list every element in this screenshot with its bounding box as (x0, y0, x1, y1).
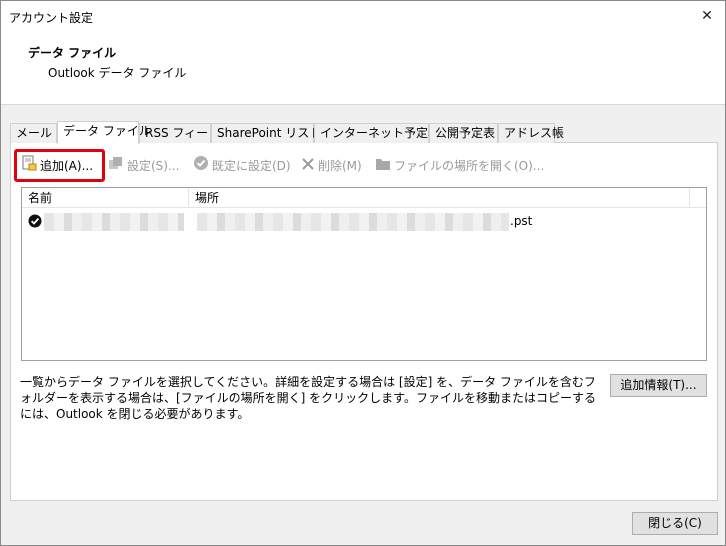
open-location-button-label: ファイルの場所を開く(O)... (394, 159, 545, 173)
data-file-list[interactable]: 名前 場所 .pst (21, 187, 707, 361)
column-header-name[interactable]: 名前 (22, 188, 188, 208)
close-button[interactable]: 閉じる(C) (632, 512, 718, 535)
close-icon[interactable]: ✕ (693, 3, 721, 29)
file-name-redacted (44, 213, 184, 231)
tab-data-files[interactable]: データ ファイル (57, 121, 151, 144)
add-button-highlight (14, 149, 105, 182)
header-subtitle: Outlook データ ファイル (48, 66, 187, 80)
folder-icon (375, 154, 391, 180)
header-title: データ ファイル (28, 46, 117, 60)
column-header-location[interactable]: 場所 (189, 188, 689, 208)
more-info-button[interactable]: 追加情報(T)... (610, 374, 707, 397)
tab-mail[interactable]: メール (10, 123, 57, 143)
tab-internet-calendars[interactable]: インターネット予定表 (314, 123, 440, 143)
default-check-icon (193, 154, 209, 180)
title-bar: アカウント設定 ✕ (1, 1, 725, 31)
list-header: 名前 場所 (22, 188, 706, 208)
settings-button-label: 設定(S)... (127, 159, 180, 173)
tab-address-books[interactable]: アドレス帳 (498, 123, 564, 143)
window-title: アカウント設定 (9, 11, 94, 25)
account-settings-window: アカウント設定 ✕ データ ファイル Outlook データ ファイル メール … (0, 0, 726, 546)
tab-sharepoint-lists[interactable]: SharePoint リスト (211, 123, 321, 143)
file-location-suffix: .pst (510, 214, 533, 228)
set-default-button-label: 既定に設定(D) (212, 159, 291, 173)
dialog-header: データ ファイル Outlook データ ファイル (1, 31, 725, 105)
default-check-icon (28, 214, 42, 231)
list-item[interactable]: .pst (22, 210, 706, 232)
open-location-button[interactable]: ファイルの場所を開く(O)... (375, 153, 544, 179)
settings-icon (108, 154, 124, 180)
set-default-button[interactable]: 既定に設定(D) (193, 153, 291, 179)
remove-button-label: 削除(M) (318, 159, 362, 173)
settings-button[interactable]: 設定(S)... (108, 153, 179, 179)
tab-published-calendars[interactable]: 公開予定表 (429, 123, 498, 143)
remove-x-icon (301, 154, 315, 180)
file-path-redacted (197, 213, 509, 231)
remove-button[interactable]: 削除(M) (301, 153, 362, 179)
description-text: 一覧からデータ ファイルを選択してください。詳細を設定する場合は [設定] を、… (20, 375, 596, 421)
